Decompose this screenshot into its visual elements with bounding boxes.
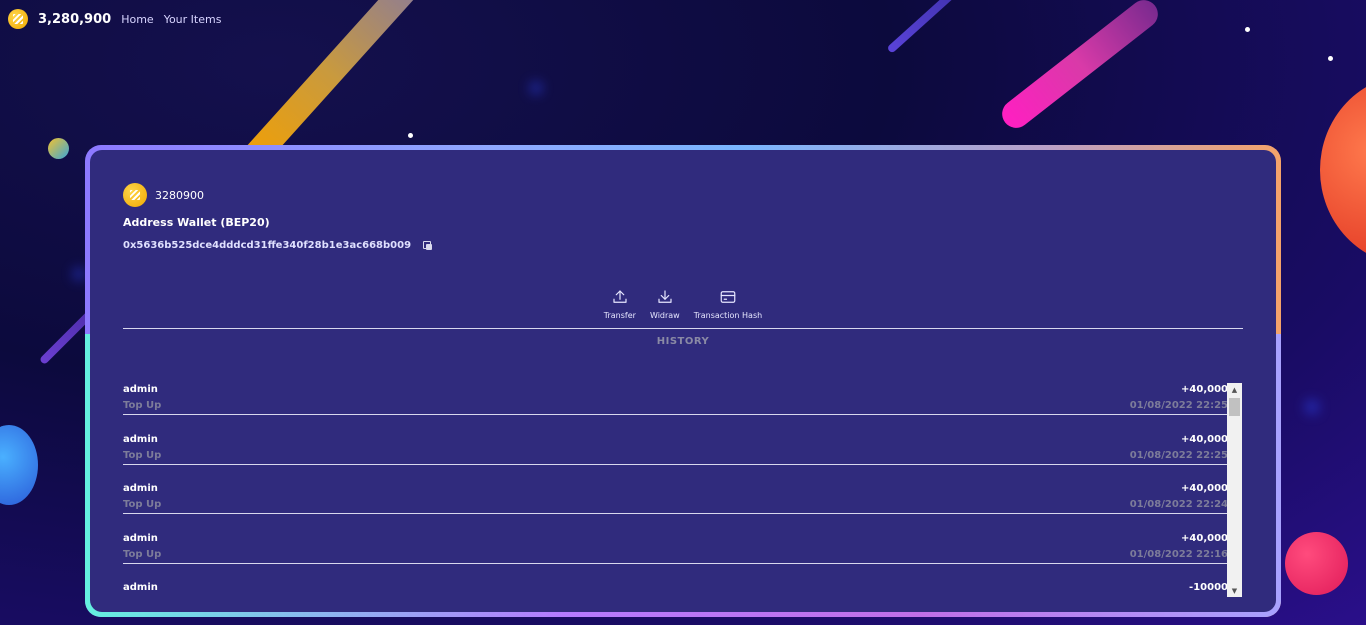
row-divider (123, 513, 1228, 514)
blue-planet (0, 425, 38, 505)
row-divider (123, 463, 1228, 465)
history-date: 01/08/2022 22:24 (1129, 499, 1228, 510)
header-balance: 3,280,900 (38, 11, 112, 27)
history-type: Top Up (123, 548, 162, 560)
top-navigation: 3,280,900 Home Your Items (8, 8, 221, 30)
history-row: admin -10000 (123, 580, 1228, 597)
history-row: admin Top Up +40,000 01/08/2022 22:25 (123, 432, 1228, 482)
wallet-balance: 3280900 (155, 188, 204, 202)
withdraw-label: Widraw (649, 311, 680, 320)
star (1328, 56, 1333, 61)
pink-comet-streak (996, 0, 1164, 134)
history-user: admin (123, 483, 158, 494)
upload-icon (613, 290, 627, 303)
copy-icon[interactable] (423, 240, 433, 251)
history-user: admin (123, 384, 158, 395)
transaction-hash-label: Transaction Hash (693, 311, 763, 320)
address-wallet-title: Address Wallet (BEP20) (123, 216, 270, 229)
transfer-button[interactable]: Transfer (602, 288, 638, 320)
transaction-hash-button[interactable]: Transaction Hash (692, 288, 764, 320)
history-date: 01/08/2022 22:16 (1129, 548, 1228, 560)
glow-dot (73, 268, 85, 280)
history-amount: +40,000 (1181, 483, 1228, 494)
row-divider (123, 562, 1228, 564)
history-user: admin (123, 582, 158, 593)
wallet-card: 3280900 Address Wallet (BEP20) 0x5636b52… (90, 150, 1276, 612)
row-divider (123, 414, 1228, 415)
history-heading: HISTORY (656, 336, 710, 347)
wallet-balance-row: 3280900 (123, 183, 204, 207)
history-amount: +40,000 (1181, 532, 1228, 544)
star (1245, 27, 1250, 32)
scrollbar-thumb[interactable] (1229, 398, 1240, 416)
history-list[interactable]: admin Top Up +40,000 01/08/2022 22:25 ad… (123, 382, 1228, 597)
wallet-actions: Transfer Widraw Transaction Hash (90, 288, 1276, 320)
history-row: admin Top Up +40,000 01/08/2022 22:24 (123, 481, 1228, 531)
pink-planet (1285, 532, 1348, 595)
token-coin-icon (123, 183, 147, 207)
blue-comet-streak (886, 0, 974, 54)
star (408, 133, 413, 138)
glow-dot (1305, 400, 1319, 414)
history-amount: -10000 (1189, 582, 1228, 593)
history-date: 01/08/2022 22:25 (1129, 449, 1228, 461)
withdraw-button[interactable]: Widraw (648, 288, 682, 320)
nav-your-items-link[interactable]: Your Items (164, 13, 222, 26)
history-amount: +40,000 (1181, 433, 1228, 445)
wallet-card-border: 3280900 Address Wallet (BEP20) 0x5636b52… (85, 145, 1281, 617)
transfer-label: Transfer (603, 311, 636, 320)
card-icon (720, 291, 736, 303)
glow-dot (530, 82, 542, 94)
history-row: admin Top Up +40,000 01/08/2022 22:16 (123, 531, 1228, 581)
history-user: admin (123, 532, 158, 544)
history-scrollbar[interactable]: ▲ ▼ (1227, 383, 1242, 597)
address-row: 0x5636b525dce4dddcd31ffe340f28b1e3ac668b… (123, 240, 433, 251)
section-divider (123, 328, 1243, 329)
history-type: Top Up (123, 499, 162, 510)
history-date: 01/08/2022 22:25 (1129, 400, 1228, 411)
history-type: Top Up (123, 449, 162, 461)
small-yellow-planet (48, 138, 69, 159)
history-amount: +40,000 (1181, 384, 1228, 395)
nav-home-link[interactable]: Home (121, 13, 153, 26)
token-coin-icon (8, 9, 28, 29)
orange-planet (1320, 75, 1366, 265)
wallet-address: 0x5636b525dce4dddcd31ffe340f28b1e3ac668b… (123, 240, 412, 251)
history-type: Top Up (123, 400, 162, 411)
history-row: admin Top Up +40,000 01/08/2022 22:25 (123, 382, 1228, 432)
scroll-down-arrow-icon[interactable]: ▼ (1227, 584, 1242, 597)
download-icon (658, 290, 672, 303)
scroll-up-arrow-icon[interactable]: ▲ (1227, 383, 1242, 396)
history-user: admin (123, 433, 158, 445)
